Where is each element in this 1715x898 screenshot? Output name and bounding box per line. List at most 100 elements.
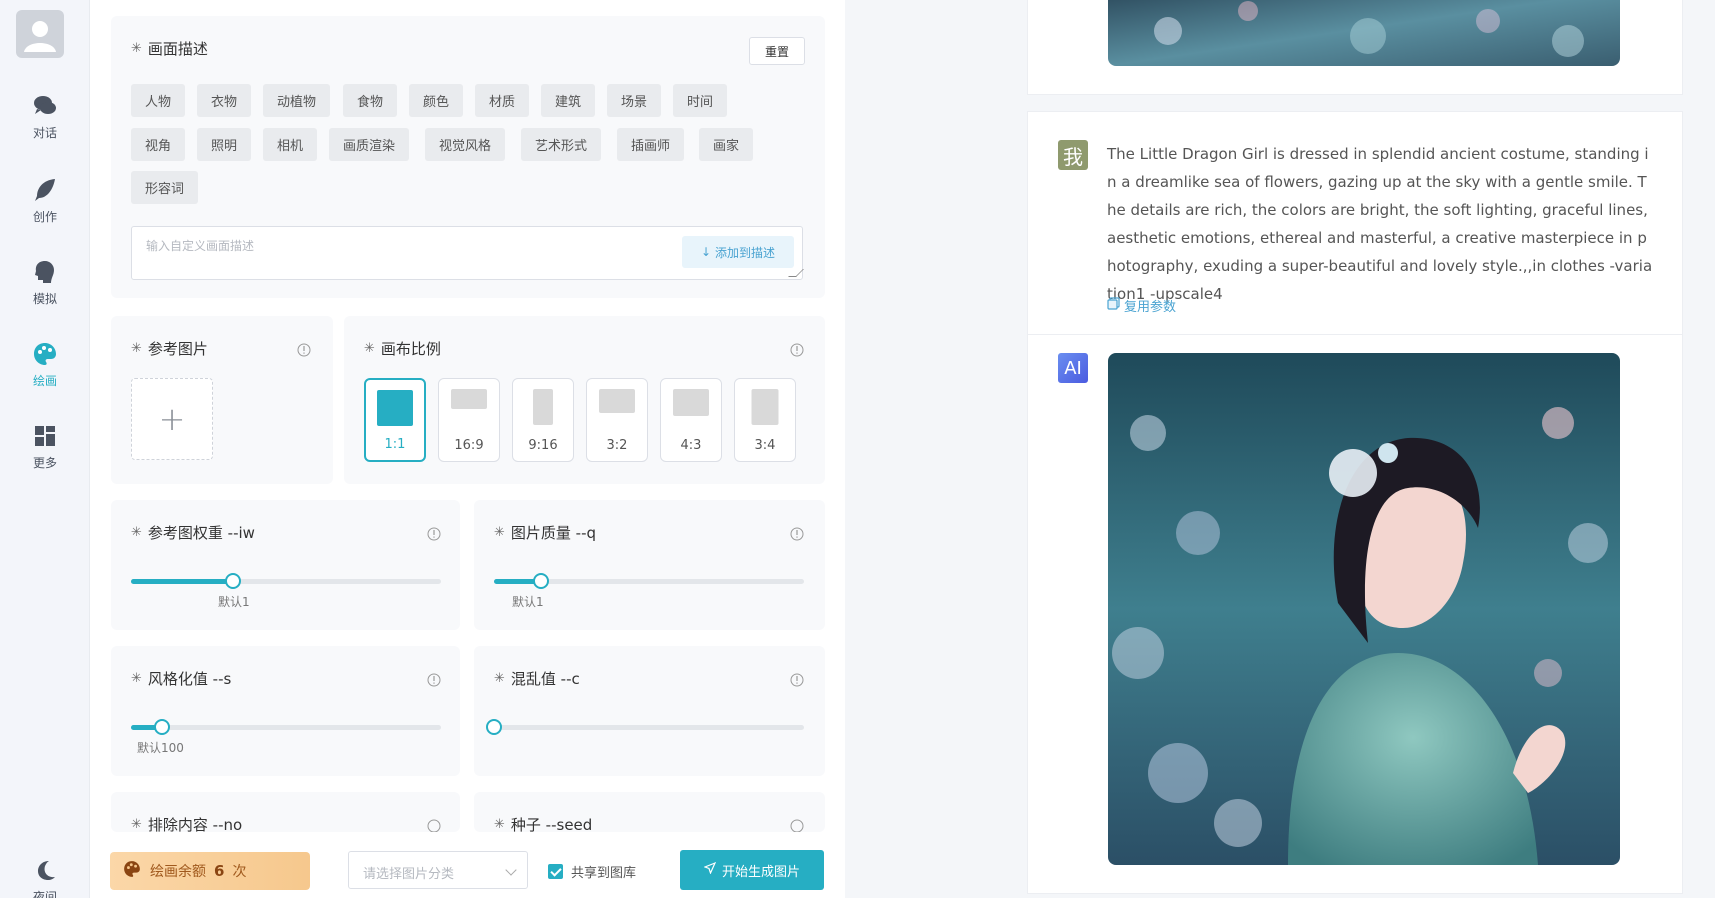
- ratio-shape: [533, 389, 553, 425]
- ratio-option-9-16[interactable]: 9:16: [512, 378, 574, 462]
- tag-button[interactable]: 材质: [475, 84, 530, 117]
- send-icon: [703, 861, 717, 878]
- stylize-title: ✳ 风格化值 --s: [131, 670, 232, 688]
- image-category-select[interactable]: 请选择图片分类: [348, 851, 528, 889]
- tag-button[interactable]: 时间: [673, 84, 728, 117]
- user-prompt-text: The Little Dragon Girl is dressed in spl…: [1107, 145, 1653, 303]
- drawing-balance: 绘画余额 6 次: [110, 852, 310, 890]
- ratio-option-16-9[interactable]: 16:9: [438, 378, 500, 462]
- avatar[interactable]: [16, 10, 64, 58]
- quality-slider[interactable]: [494, 573, 804, 589]
- info-icon[interactable]: [790, 527, 804, 541]
- user-avatar: 我: [1058, 140, 1088, 170]
- dark-mode-label: 夜间: [32, 890, 57, 898]
- tag-button[interactable]: 食物: [343, 84, 398, 117]
- input-placeholder: 输入自定义画面描述: [146, 239, 255, 253]
- ratio-option-1-1[interactable]: 1:1: [364, 378, 426, 462]
- previous-generated-image[interactable]: [1108, 0, 1620, 66]
- slider-thumb[interactable]: [486, 719, 502, 735]
- quality-title: ✳ 图片质量 --q: [494, 524, 597, 542]
- info-icon[interactable]: [790, 673, 804, 687]
- copy-icon: [1107, 297, 1120, 314]
- seed-card: ✳ 种子 --seed: [474, 792, 825, 832]
- tag-button[interactable]: 衣物: [197, 84, 252, 117]
- asterisk-icon: ✳: [494, 817, 505, 832]
- add-to-description-button[interactable]: ↓ 添加到描述: [682, 236, 794, 268]
- chevron-down-icon: [505, 864, 517, 876]
- ratio-option-3-4[interactable]: 3:4: [734, 378, 796, 462]
- stylize-slider[interactable]: [131, 719, 441, 735]
- info-icon[interactable]: [427, 673, 441, 687]
- stylize-card: ✳ 风格化值 --s 默认100: [111, 646, 460, 776]
- tag-button[interactable]: 插画师: [617, 128, 685, 161]
- seed-title: ✳ 种子 --seed: [494, 816, 593, 832]
- tag-button[interactable]: 场景: [607, 84, 662, 117]
- quality-default-hint: 默认1: [512, 595, 544, 609]
- asterisk-icon: ✳: [364, 341, 375, 356]
- tag-button[interactable]: 画质渲染: [329, 128, 410, 161]
- sidebar-item-create[interactable]: 创作: [0, 176, 90, 225]
- canvas-ratio-card: ✳ 画布比例 1:1 16:9 9:16 3:2 4:3 3:4: [344, 316, 825, 484]
- sidebar-item-draw[interactable]: 绘画: [0, 340, 90, 389]
- reset-button[interactable]: 重置: [749, 37, 805, 65]
- slider-fill: [131, 579, 234, 584]
- ratio-option-4-3[interactable]: 4:3: [660, 378, 722, 462]
- sidebar-item-more[interactable]: 更多: [0, 422, 90, 471]
- sidebar-item-chat[interactable]: 对话: [0, 92, 90, 141]
- ratio-option-3-2[interactable]: 3:2: [586, 378, 648, 462]
- ratio-shape: [599, 389, 635, 413]
- info-icon[interactable]: [790, 819, 804, 832]
- slider-thumb[interactable]: [225, 573, 242, 589]
- generate-image-button[interactable]: 开始生成图片: [680, 850, 824, 890]
- tag-button[interactable]: 视角: [131, 128, 186, 161]
- iw-slider[interactable]: [131, 573, 441, 589]
- tag-button[interactable]: 视觉风格: [425, 128, 506, 161]
- previous-message-card: [1027, 0, 1683, 95]
- ratio-title: ✳ 画布比例: [364, 340, 441, 358]
- drawing-settings-panel: ✳ 画面描述 重置 人物 衣物 动植物 食物 颜色 材质 建筑 场景 时间 视角…: [90, 0, 845, 898]
- share-to-gallery-checkbox[interactable]: 共享到图库: [548, 862, 636, 881]
- iw-default-hint: 默认1: [218, 595, 250, 609]
- asterisk-icon: ✳: [131, 817, 142, 832]
- generated-image[interactable]: [1108, 353, 1620, 865]
- tag-button[interactable]: 相机: [263, 128, 318, 161]
- reuse-params-button[interactable]: 复用参数: [1107, 296, 1176, 315]
- tag-button[interactable]: 艺术形式: [521, 128, 602, 161]
- tag-button[interactable]: 动植物: [263, 84, 331, 117]
- info-icon[interactable]: [427, 527, 441, 541]
- info-icon[interactable]: [297, 343, 311, 357]
- ratio-shape: [673, 389, 709, 416]
- chaos-slider[interactable]: [486, 719, 804, 735]
- asterisk-icon: ✳: [494, 525, 505, 540]
- sidebar-item-label: 创作: [32, 210, 57, 224]
- dark-mode-toggle[interactable]: 夜间: [0, 856, 90, 898]
- description-card: ✳ 画面描述 重置 人物 衣物 动植物 食物 颜色 材质 建筑 场景 时间 视角…: [111, 16, 825, 298]
- sidebar-nav: 对话 创作 模拟 绘画 更多 夜间: [0, 0, 90, 898]
- balance-count: 6: [214, 862, 225, 880]
- tag-button[interactable]: 画家: [699, 128, 754, 161]
- palette-icon: [31, 340, 59, 368]
- tag-button[interactable]: 颜色: [409, 84, 464, 117]
- plus-icon: +: [158, 400, 186, 438]
- slider-thumb[interactable]: [154, 719, 170, 735]
- tag-button[interactable]: 人物: [131, 84, 186, 117]
- tag-button[interactable]: 照明: [197, 128, 252, 161]
- slider-thumb[interactable]: [532, 573, 549, 589]
- sidebar-item-simulate[interactable]: 模拟: [0, 258, 90, 307]
- upload-image-button[interactable]: +: [131, 378, 213, 460]
- asterisk-icon: ✳: [131, 341, 142, 356]
- custom-description-input[interactable]: 输入自定义画面描述 ↓ 添加到描述: [131, 226, 804, 280]
- info-icon[interactable]: [427, 819, 441, 832]
- sidebar-item-label: 对话: [32, 126, 57, 140]
- tag-button[interactable]: 形容词: [131, 171, 199, 204]
- moon-icon: [31, 856, 59, 884]
- tag-button[interactable]: 建筑: [541, 84, 596, 117]
- ai-avatar: AI: [1058, 353, 1088, 383]
- sidebar-item-label: 更多: [32, 456, 57, 470]
- exclude-title: ✳ 排除内容 --no: [131, 816, 243, 832]
- reference-title: ✳ 参考图片: [131, 340, 208, 358]
- resize-handle[interactable]: [788, 269, 804, 277]
- checkbox-checked-icon[interactable]: [548, 864, 563, 879]
- info-icon[interactable]: [790, 343, 804, 357]
- iw-title: ✳ 参考图权重 --iw: [131, 524, 255, 542]
